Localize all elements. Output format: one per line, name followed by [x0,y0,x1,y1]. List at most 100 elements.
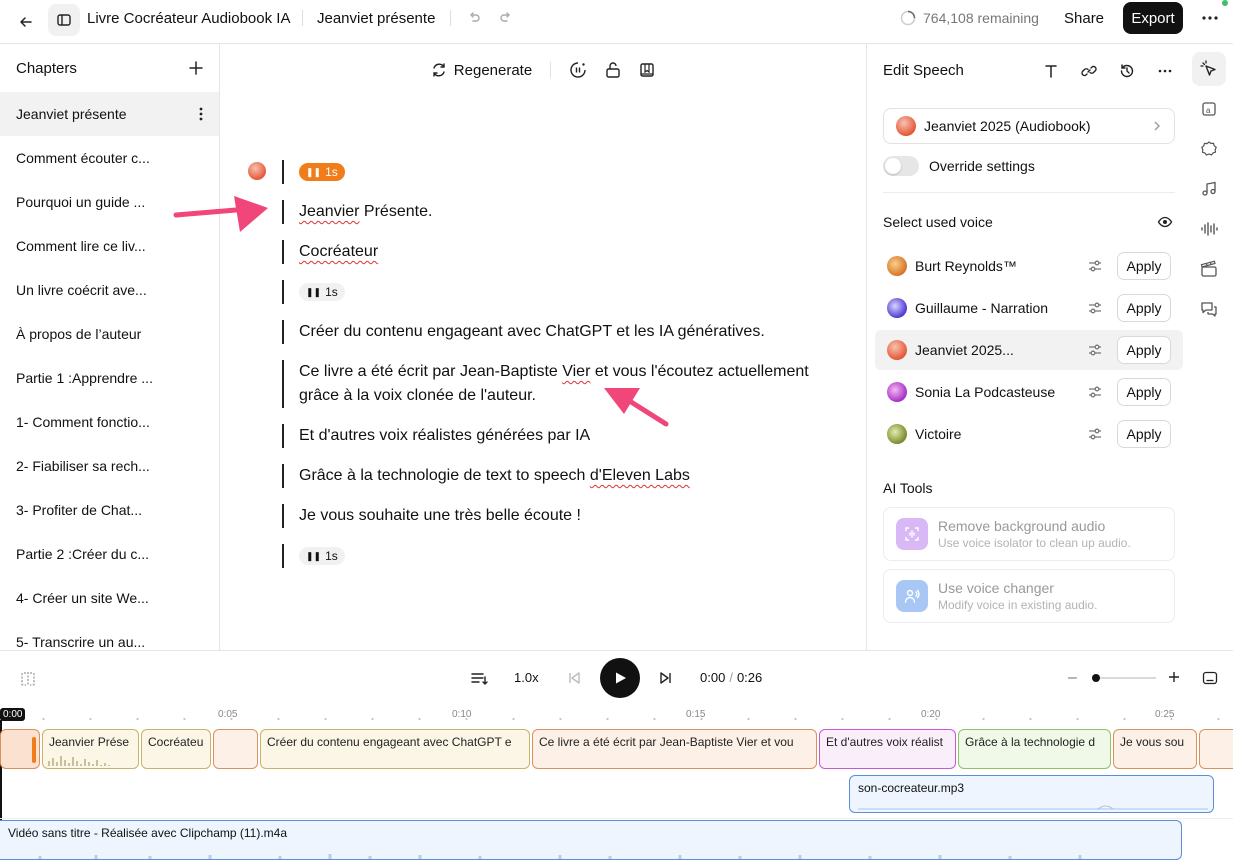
apply-button[interactable]: Apply [1117,420,1171,448]
project-title[interactable]: Livre Cocréateur Audiobook IA [87,0,290,36]
split-view-button[interactable] [20,671,36,687]
chapter-item[interactable]: Jeanviet présente [0,92,219,136]
waveform-tab[interactable] [1192,212,1226,246]
paragraph[interactable]: Créer du contenu engageant avec ChatGPT … [282,320,765,344]
panel-more-button[interactable] [1157,63,1173,79]
insert-pause-button[interactable] [569,61,587,79]
preview-visibility-button[interactable] [1157,214,1173,230]
regenerate-button[interactable]: Regenerate [431,62,532,79]
export-button[interactable]: Export [1123,2,1183,34]
zoom-in-button[interactable] [1168,671,1180,683]
text-to-speech-tab[interactable]: a [1192,92,1226,126]
add-chapter-button[interactable] [189,61,203,75]
chapter-item[interactable]: À propos de l’auteur [0,312,219,356]
speaker-avatar[interactable] [248,162,266,180]
lock-button[interactable] [605,61,621,79]
timeline-clip[interactable] [1199,729,1233,769]
voice-settings-button[interactable] [1087,384,1103,400]
chapter-item[interactable]: 2- Fiabiliser sa rech... [0,444,219,488]
playlist-button[interactable] [470,670,488,688]
redo-icon [500,12,510,22]
voice-settings-button[interactable] [1087,258,1103,274]
timeline-clip[interactable]: Et d'autres voix réalist [819,729,956,769]
chapter-item[interactable]: Partie 2 :Créer du c... [0,532,219,576]
timeline-ruler[interactable]: 0:00 0:05 0:10 0:15 0:20 0:25 [0,706,1233,728]
video-tab[interactable] [1192,252,1226,286]
remove-background-audio-tool[interactable]: Remove background audio Use voice isolat… [883,507,1175,561]
voice-settings-button[interactable] [1087,342,1103,358]
waveform-icon [38,854,1082,859]
paragraph-pause[interactable]: ❚❚ 1s [282,280,345,304]
voice-selector[interactable]: Jeanviet 2025 (Audiobook) [883,108,1175,144]
pause-chip[interactable]: ❚❚ 1s [299,283,345,301]
paragraph-pause[interactable]: ❚❚ 1s [282,544,345,568]
playback-speed[interactable]: 1.0x [514,670,539,685]
chapter-item[interactable]: 3- Profiter de Chat... [0,488,219,532]
timeline-clip[interactable]: Ce livre a été écrit par Jean-Baptiste V… [532,729,817,769]
timeline-clip[interactable]: Cocréateu [141,729,211,769]
skip-back-button[interactable] [566,670,582,686]
apply-button[interactable]: Apply [1117,378,1171,406]
voice-changer-tool[interactable]: Use voice changer Modify voice in existi… [883,569,1175,623]
apply-button[interactable]: Apply [1117,336,1171,364]
voice-row[interactable]: Burt Reynolds™ Apply [875,246,1183,286]
music-tab[interactable] [1192,172,1226,206]
text-segment: Cocréateur [299,243,379,260]
skip-forward-button[interactable] [658,670,674,686]
video-audio-track-clip[interactable]: Vidéo sans titre - Réalisée avec Clipcha… [0,820,1182,860]
timeline-clip[interactable]: Je vous sou [1113,729,1197,769]
voice-row[interactable]: Sonia La Podcasteuse Apply [875,372,1183,412]
chapter-item[interactable]: 1- Comment fonctio... [0,400,219,444]
toggle-sidebar-button[interactable] [48,4,80,36]
back-button[interactable] [12,8,40,36]
music-track-clip[interactable]: son-cocreateur.mp3 [849,775,1214,813]
paragraph[interactable]: Jeanvier Présente. [282,200,432,224]
paragraph[interactable]: Cocréateur [282,240,378,264]
chapter-item[interactable]: Comment écouter c... [0,136,219,180]
pause-chip[interactable]: ❚❚ 1s [299,163,345,181]
zoom-out-button[interactable]: – [1068,669,1077,687]
voice-settings-button[interactable] [1087,300,1103,316]
history-button[interactable] [1119,63,1135,79]
voice-row[interactable]: Guillaume - Narration Apply [875,288,1183,328]
chapter-item[interactable]: 4- Créer un site We... [0,576,219,620]
text-format-button[interactable] [1043,63,1059,79]
clip-handle[interactable] [32,737,36,763]
chapter-menu-button[interactable] [199,107,203,121]
paragraph[interactable]: Et d'autres voix réalistes générées par … [282,424,590,448]
comments-tab[interactable] [1192,292,1226,326]
chapter-title[interactable]: Jeanviet présente [317,0,435,36]
timeline-clip[interactable]: Créer du contenu engageant avec ChatGPT … [260,729,530,769]
pause-chip[interactable]: ❚❚ 1s [299,547,345,565]
undo-button[interactable] [466,10,482,26]
share-button[interactable]: Share [1064,0,1104,36]
effects-tab[interactable] [1192,132,1226,166]
paragraph-pause[interactable]: ❚❚ 1s [282,160,345,184]
paragraph[interactable]: Grâce à la technologie de text to speech… [282,464,690,488]
timeline-clip[interactable] [0,729,40,769]
link-button[interactable] [1081,63,1097,79]
captions-button[interactable] [1202,670,1218,686]
voice-settings-button[interactable] [1087,426,1103,442]
timeline-clip[interactable] [213,729,258,769]
timeline-clip[interactable]: Grâce à la technologie d [958,729,1111,769]
chapter-item[interactable]: Partie 1 :Apprendre ... [0,356,219,400]
more-options-button[interactable] [1200,8,1220,28]
zoom-slider-handle[interactable] [1092,674,1100,682]
voice-row[interactable]: Jeanviet 2025... Apply [875,330,1183,370]
apply-button[interactable]: Apply [1117,252,1171,280]
apply-button[interactable]: Apply [1117,294,1171,322]
timeline-clip[interactable]: Jeanvier Prése [42,729,139,769]
zoom-slider[interactable] [1092,674,1156,682]
edit-speech-tab[interactable] [1192,52,1226,86]
pronunciation-button[interactable] [639,62,655,78]
text-segment: Jeanvier [299,203,360,220]
paragraph[interactable]: Je vous souhaite une très belle écoute ! [282,504,581,528]
play-button[interactable] [600,658,640,698]
chapter-item[interactable]: Un livre coécrit ave... [0,268,219,312]
chapter-item[interactable]: 5- Transcrire un au... [0,620,219,650]
redo-button[interactable] [498,10,514,26]
override-toggle[interactable] [883,156,919,176]
voice-row[interactable]: Victoire Apply [875,414,1183,454]
paragraph[interactable]: Ce livre a été écrit par Jean-Baptiste V… [282,360,809,408]
